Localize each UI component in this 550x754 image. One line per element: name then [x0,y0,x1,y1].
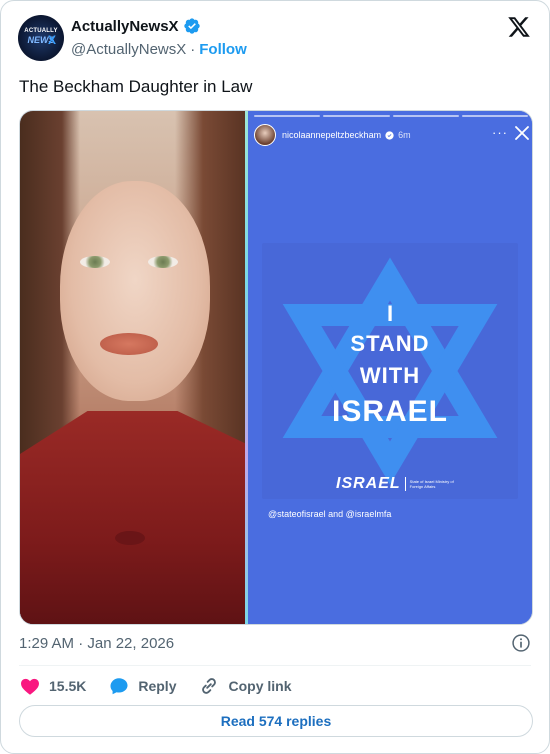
like-button[interactable]: 15.5K [19,675,86,697]
tweet-card: ACTUALLY NEWS X ActuallyNewsX @ActuallyN… [0,0,550,754]
story-progress-segment [392,115,459,117]
read-replies-button[interactable]: Read 574 replies [19,705,533,737]
stand-with-israel-graphic: I STAND WITH ISRAEL ISRAEL State of Isra… [262,243,518,499]
story-close-icon [515,126,529,140]
author-avatar[interactable]: ACTUALLY NEWS X [18,15,64,61]
story-username: nicolaannepeltzbeckham [282,130,382,140]
brand-word: ISRAEL [336,475,401,492]
graphic-line-2: STAND [350,331,430,356]
story-user-avatar [254,124,276,146]
photo-lips [100,333,158,355]
photo-jacket-button [115,531,145,545]
heart-icon [21,678,39,695]
reply-button[interactable]: Reply [108,675,176,697]
brand-separator [404,477,406,491]
copy-link-button[interactable]: Copy link [198,675,292,697]
copy-link-label: Copy link [228,678,292,694]
story-progress-bar [254,115,528,117]
photo-eye-left [80,256,110,268]
graphic-line-4: ISRAEL [331,395,448,428]
story-progress-segment [254,115,321,117]
like-count: 15.5K [49,678,87,694]
story-progress-segment [461,115,528,117]
verified-badge-icon [183,18,200,34]
handle-separator: · [190,41,196,58]
graphic-line-3: WITH [359,363,421,388]
tweet-timestamp[interactable]: 1:29 AM · Jan 22, 2026 [19,635,174,652]
tweet-text: The Beckham Daughter in Law [19,77,253,96]
portrait-photo[interactable] [20,111,245,624]
author-name-row: ActuallyNewsX [71,17,201,35]
instagram-story-screenshot[interactable]: nicolaannepeltzbeckham 6m ··· I STAND WI… [248,111,532,624]
story-user-row: nicolaannepeltzbeckham 6m [282,130,411,140]
action-bar: 15.5K Reply Copy link [19,675,314,697]
photo-face [60,181,210,401]
avatar-logo-x: X [48,33,57,47]
author-handle[interactable]: @ActuallyNewsX [71,41,186,58]
author-display-name[interactable]: ActuallyNewsX [71,18,179,35]
footer-divider [19,665,531,666]
tweet-media[interactable]: nicolaannepeltzbeckham 6m ··· I STAND WI… [19,110,533,625]
story-more-icon: ··· [492,125,508,140]
photo-jacket [20,411,245,624]
story-time: 6m [398,130,411,140]
reply-bubble-icon [110,678,128,695]
graphic-line-1: I [386,301,394,326]
reply-label: Reply [138,678,177,694]
info-icon[interactable] [511,633,531,653]
story-mentions: @stateofisrael and @israelmfa [268,509,392,519]
photo-eye-right [148,256,178,268]
brand-small-text: State of Israel Ministry of Foreign Affa… [409,479,454,489]
story-verified-icon [385,130,394,140]
follow-button[interactable]: Follow [199,41,247,58]
story-progress-segment [323,115,390,117]
author-handle-row: @ActuallyNewsX · Follow [71,41,247,58]
x-logo-icon[interactable] [507,15,531,39]
link-icon [202,678,217,694]
israel-mfa-logo: ISRAEL State of Israel Ministry of Forei… [336,475,454,493]
